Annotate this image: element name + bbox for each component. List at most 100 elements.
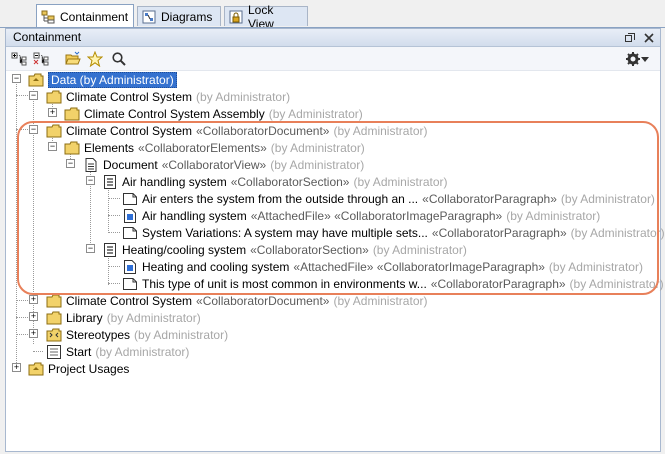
tree-item-climate-control-system-assembly[interactable]: Climate Control System Assembly (by Admi…: [64, 105, 363, 122]
close-icon[interactable]: [644, 31, 654, 48]
tree-item-air-handling-section[interactable]: Air handling system «CollaboratorSection…: [102, 173, 448, 190]
owner-text: (by Administrator): [560, 191, 655, 206]
tree-item-library[interactable]: Library (by Administrator): [46, 309, 201, 326]
tab-containment[interactable]: Containment: [36, 4, 134, 28]
stereotype-text: «AttachedFile» «CollaboratorImageParagra…: [250, 208, 503, 223]
tree-item-air-paragraph-3[interactable]: System Variations: A system may have mul…: [122, 224, 665, 241]
open-folder-icon[interactable]: [64, 50, 82, 68]
expand-toggle[interactable]: +: [12, 363, 21, 372]
collapse-toggle[interactable]: −: [48, 142, 57, 151]
tree-guide-line: [108, 283, 120, 284]
tab-label: Containment: [60, 9, 129, 24]
stereotype-text: «CollaboratorSection»: [250, 242, 369, 257]
collapse-toggle[interactable]: −: [66, 159, 75, 168]
tree-item-heating-paragraph-2[interactable]: This type of unit is most common in envi…: [122, 275, 664, 292]
package-icon: [64, 107, 80, 121]
tree-item-air-paragraph-1[interactable]: Air enters the system from the outside t…: [122, 190, 655, 207]
data-package-icon: [28, 73, 44, 87]
attached-file-icon: [122, 208, 138, 223]
tree-guide-line: [108, 255, 109, 285]
package-icon: [64, 141, 80, 155]
collapse-toggle[interactable]: −: [86, 176, 95, 185]
attached-file-icon: [122, 259, 138, 274]
tree-item-label: Heating and cooling system: [142, 259, 290, 274]
tree-item-label: Heating/cooling system: [122, 242, 247, 257]
tree-guide-line: [16, 129, 30, 130]
collapse-toggle[interactable]: −: [29, 91, 38, 100]
tree-item-project-usages[interactable]: Project Usages: [28, 360, 129, 377]
tree-guide-line: [108, 185, 109, 233]
restore-icon[interactable]: [625, 31, 635, 48]
owner-text: (by Administrator): [548, 259, 643, 274]
owner-text: (by Administrator): [270, 140, 365, 155]
diagrams-icon: [142, 10, 156, 24]
tree-item-label: Air handling system: [122, 174, 227, 189]
tree-item-climate-control-system-3[interactable]: Climate Control System «CollaboratorDocu…: [46, 292, 427, 309]
tree-item-heating-cooling-section[interactable]: Heating/cooling system «CollaboratorSect…: [102, 241, 467, 258]
owner-text: (by Administrator): [270, 157, 365, 172]
lock-view-icon: [229, 10, 243, 24]
tab-diagrams[interactable]: Diagrams: [137, 6, 221, 26]
expand-toggle[interactable]: +: [29, 329, 38, 338]
collapse-toggle[interactable]: −: [12, 74, 21, 83]
tree-item-start[interactable]: Start (by Administrator): [46, 343, 189, 360]
owner-text: (by Administrator): [569, 276, 664, 291]
tree-guide-line: [16, 300, 30, 301]
package-icon: [46, 124, 62, 138]
tree-guide-line: [108, 198, 120, 199]
diagram-icon: [46, 344, 62, 359]
containment-icon: [41, 10, 55, 24]
containment-panel: Containment − Data (by Administrator) − …: [5, 28, 665, 452]
collapse-all-icon[interactable]: [32, 50, 50, 68]
tree-toolbar: [6, 47, 660, 71]
tab-label: Diagrams: [161, 9, 213, 24]
stereotype-text: «AttachedFile» «CollaboratorImageParagra…: [293, 259, 545, 274]
owner-text: (by Administrator): [134, 327, 229, 342]
tree-item-stereotypes[interactable]: Stereotypes (by Administrator): [46, 326, 228, 343]
stereotype-text: «CollaboratorSection»: [230, 174, 350, 189]
project-usages-icon: [28, 362, 44, 376]
collapse-toggle[interactable]: −: [29, 125, 38, 134]
owner-text: (by Administrator): [570, 225, 665, 240]
expand-all-icon[interactable]: [10, 50, 28, 68]
tree-guide-line: [108, 215, 120, 216]
tree-item-label: Library: [66, 310, 103, 325]
tree-item-document[interactable]: Document «CollaboratorView» (by Administ…: [83, 156, 364, 173]
tree-item-climate-control-system[interactable]: Climate Control System (by Administrator…: [46, 88, 290, 105]
tree-item-label: Climate Control System Assembly: [84, 106, 265, 121]
tree-item-label: Air handling system: [142, 208, 247, 223]
package-icon: [46, 90, 62, 104]
owner-text: (by Administrator): [506, 208, 601, 223]
tree-guide-line: [108, 266, 120, 267]
expand-toggle[interactable]: +: [48, 108, 57, 117]
owner-text: (by Administrator): [333, 293, 428, 308]
expand-toggle[interactable]: +: [29, 295, 38, 304]
dropdown-arrow-icon[interactable]: [640, 50, 650, 68]
tree-item-label: Elements: [84, 140, 135, 155]
tree-item-elements[interactable]: Elements «CollaboratorElements» (by Admi…: [64, 139, 365, 156]
tree-item-heating-image-paragraph[interactable]: Heating and cooling system «AttachedFile…: [122, 258, 643, 275]
tree-item-air-image-paragraph[interactable]: Air handling system «AttachedFile» «Coll…: [122, 207, 600, 224]
tab-lock-view[interactable]: Lock View: [224, 3, 308, 31]
tree-item-label: This type of unit is most common in envi…: [142, 276, 427, 291]
expand-toggle[interactable]: +: [29, 312, 38, 321]
owner-text: (by Administrator): [196, 89, 291, 104]
tree-item-data-root[interactable]: Data (by Administrator): [28, 71, 177, 88]
tree-item-label: Climate Control System: [66, 123, 193, 138]
star-icon[interactable]: [86, 50, 104, 68]
profile-package-icon: [46, 328, 62, 342]
stereotype-text: «CollaboratorParagraph»: [422, 191, 557, 206]
tree-item-label: Air enters the system from the outside t…: [142, 191, 419, 206]
section-icon: [102, 242, 118, 257]
tree-item-label: Project Usages: [48, 361, 130, 376]
owner-text: (by Administrator): [353, 174, 448, 189]
document-icon: [83, 157, 99, 172]
stereotype-text: «CollaboratorView»: [161, 157, 267, 172]
search-icon[interactable]: [110, 50, 128, 68]
tree-item-climate-control-system-document[interactable]: Climate Control System «CollaboratorDocu…: [46, 122, 427, 139]
owner-text: (by Administrator): [333, 123, 428, 138]
collapse-toggle[interactable]: −: [86, 244, 95, 253]
tree-guide-line: [16, 334, 30, 335]
tree-guide-line: [16, 95, 30, 96]
stereotype-text: «CollaboratorElements»: [138, 140, 267, 155]
